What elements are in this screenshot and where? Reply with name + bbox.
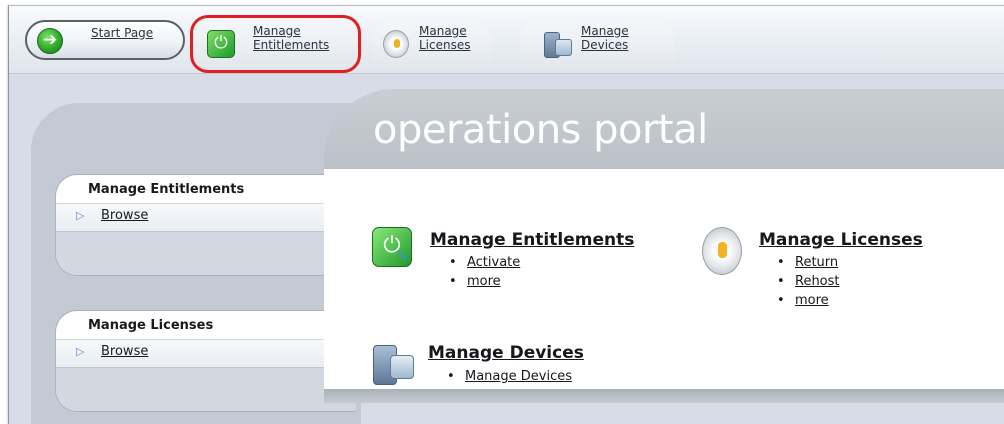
highlight-outline — [190, 15, 361, 73]
section-title-entitlements[interactable]: Manage Entitlements — [430, 230, 634, 250]
list-item: more — [777, 291, 840, 310]
section-title-devices[interactable]: Manage Devices — [428, 343, 584, 363]
rehost-link[interactable]: Rehost — [795, 274, 840, 289]
sidebar-item-browse-entitlements[interactable]: ▷ Browse — [56, 203, 356, 231]
licenses-more-link[interactable]: more — [795, 293, 829, 308]
list-item: Activate — [449, 253, 520, 272]
nav-manage-licenses-line1[interactable]: Manage — [419, 24, 467, 38]
nav-manage-devices-line1[interactable]: Manage — [581, 24, 629, 38]
devices-icon — [544, 30, 572, 58]
license-icon — [383, 30, 409, 58]
entitlements-links: Activate more — [449, 253, 520, 291]
sidebar-box-footer — [56, 231, 356, 275]
top-nav-bar: ➔ Start Page ⏻ Manage Entitlements Manag… — [9, 6, 1004, 74]
sidebar-heading-entitlements: Manage Entitlements — [88, 182, 245, 197]
devices-links: Manage Devices — [447, 367, 572, 386]
sidebar-box-licenses: Manage Licenses ▷ Browse — [55, 310, 356, 412]
sidebar-box-entitlements: Manage Entitlements ▷ Browse — [55, 174, 356, 276]
power-icon: ⏻ ↘ — [372, 227, 412, 267]
sidebar-item-browse-licenses[interactable]: ▷ Browse — [56, 339, 356, 367]
list-item: Return — [777, 253, 840, 272]
devices-icon — [373, 341, 414, 385]
entitlements-more-link[interactable]: more — [467, 274, 501, 289]
nav-tab-manage-devices[interactable]: Manage Devices — [519, 22, 674, 68]
nav-manage-devices-line2[interactable]: Devices — [581, 38, 628, 52]
start-page-link[interactable]: Start Page — [91, 26, 153, 40]
start-page-button[interactable]: ➔ Start Page — [25, 20, 185, 60]
app-frame: ➔ Start Page ⏻ Manage Entitlements Manag… — [8, 5, 1004, 424]
return-link[interactable]: Return — [795, 255, 838, 270]
arrow-right-icon: ➔ — [37, 28, 63, 54]
sidebar-browse-licenses-link[interactable]: Browse — [101, 344, 148, 359]
content-bottom-bar — [324, 389, 1004, 403]
manage-devices-link[interactable]: Manage Devices — [465, 369, 572, 384]
nav-manage-licenses-line2[interactable]: Licenses — [419, 38, 471, 52]
section-title-licenses[interactable]: Manage Licenses — [759, 230, 923, 250]
list-item: Rehost — [777, 272, 840, 291]
sidebar-browse-entitlements-link[interactable]: Browse — [101, 208, 148, 223]
list-item: more — [449, 272, 520, 291]
licenses-links: Return Rehost more — [777, 253, 840, 310]
license-icon — [702, 227, 742, 275]
sidebar-heading-licenses: Manage Licenses — [88, 318, 214, 333]
nav-tab-manage-licenses[interactable]: Manage Licenses — [371, 22, 491, 68]
list-item: Manage Devices — [447, 367, 572, 386]
portal-content: ⏻↘ Manage Entitlements Activate more Man… — [324, 169, 1004, 389]
bullet-arrow-icon: ▷ — [76, 209, 85, 222]
sidebar-box-footer — [56, 367, 356, 411]
portal-title: operations portal — [373, 107, 708, 153]
bullet-arrow-icon: ▷ — [76, 345, 85, 358]
activate-link[interactable]: Activate — [467, 255, 520, 270]
